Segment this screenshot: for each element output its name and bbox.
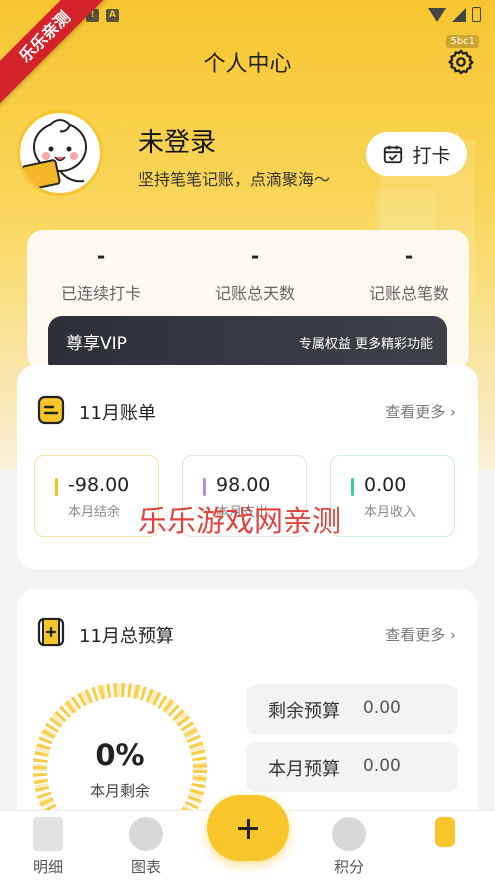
budget-title: 11月总预算 (79, 626, 174, 647)
income-bar (351, 478, 354, 496)
more-label: 查看更多 (385, 626, 446, 644)
bill-icon (37, 395, 65, 425)
add-record-button[interactable] (207, 795, 289, 861)
budget-percent: 0% (95, 738, 145, 772)
budget-monthly-row: 本月预算 0.00 (246, 742, 458, 792)
budget-row-value: 0.00 (363, 756, 401, 776)
app-notification-icon: A (106, 9, 119, 22)
stat-days[interactable]: - 记账总天数 (185, 244, 325, 304)
bill-income-tile[interactable]: 0.00 本月收入 (330, 455, 455, 537)
budget-percent-label: 本月剩余 (89, 782, 150, 800)
stat-value: - (404, 244, 414, 268)
user-slogan: 坚持笔笔记账，点滴聚海～ (138, 170, 331, 189)
more-label: 查看更多 (385, 403, 446, 421)
balance-bar (55, 478, 58, 496)
expense-value: 98.00 (216, 474, 271, 496)
battery-icon (472, 7, 481, 22)
star-icon (332, 817, 366, 851)
profile-icon (435, 817, 455, 847)
balance-label: 本月结余 (68, 505, 121, 520)
budget-row-label: 剩余预算 (268, 701, 340, 722)
budget-row-label: 本月预算 (268, 759, 340, 780)
budget-remaining-row: 剩余预算 0.00 (246, 684, 458, 734)
stat-label: 记账总笔数 (368, 284, 449, 303)
tab-label: 明细 (32, 858, 63, 876)
settings-gear-icon[interactable] (447, 48, 475, 76)
checkin-label: 打卡 (412, 144, 451, 167)
chart-icon (129, 817, 163, 851)
vip-description: 专属权益 更多精彩功能 (298, 337, 433, 352)
tab-label: 图表 (130, 858, 161, 876)
stat-records[interactable]: - 记账总笔数 (339, 244, 469, 304)
income-label: 本月收入 (364, 505, 417, 520)
watermark: 乐乐游戏网亲测 (138, 504, 342, 538)
balance-value: -98.00 (68, 474, 130, 496)
budget-row-value: 0.00 (363, 698, 401, 718)
budget-icon (37, 617, 65, 647)
chevron-right-icon: › (450, 626, 456, 644)
stat-label: 已连续打卡 (60, 284, 141, 303)
tab-charts[interactable]: 图表 (111, 817, 181, 877)
tab-label: 积分 (333, 858, 364, 876)
vip-banner[interactable]: 尊享VIP 专属权益 更多精彩功能 (48, 316, 447, 370)
vip-title: 尊享VIP (66, 334, 127, 354)
stats-card: - 已连续打卡 - 记账总天数 - 记账总笔数 尊享VIP 专属权益 更多精彩功… (27, 230, 469, 370)
expense-bar (203, 478, 206, 496)
tab-points[interactable]: 积分 (314, 817, 384, 877)
stat-label: 记账总天数 (214, 284, 295, 303)
bill-more-link[interactable]: 查看更多 › (385, 401, 456, 422)
checkin-button[interactable]: 打卡 (366, 132, 467, 176)
tab-details[interactable]: 明细 (13, 817, 83, 877)
signal-icon (452, 7, 466, 22)
stat-value: - (96, 244, 106, 268)
mascot-avatar-icon (21, 119, 87, 191)
page-title: 个人中心 (203, 52, 292, 77)
calendar-check-icon (384, 145, 403, 164)
stat-streak[interactable]: - 已连续打卡 (31, 244, 171, 304)
tab-profile[interactable] (410, 817, 480, 847)
budget-more-link[interactable]: 查看更多 › (385, 624, 456, 645)
chevron-right-icon: › (450, 403, 456, 421)
ledger-icon (33, 817, 63, 851)
bill-title: 11月账单 (79, 403, 156, 424)
username[interactable]: 未登录 (138, 122, 216, 159)
wifi-icon (428, 7, 446, 22)
income-value: 0.00 (364, 474, 407, 496)
stat-value: - (250, 244, 260, 268)
avatar[interactable] (17, 110, 103, 196)
